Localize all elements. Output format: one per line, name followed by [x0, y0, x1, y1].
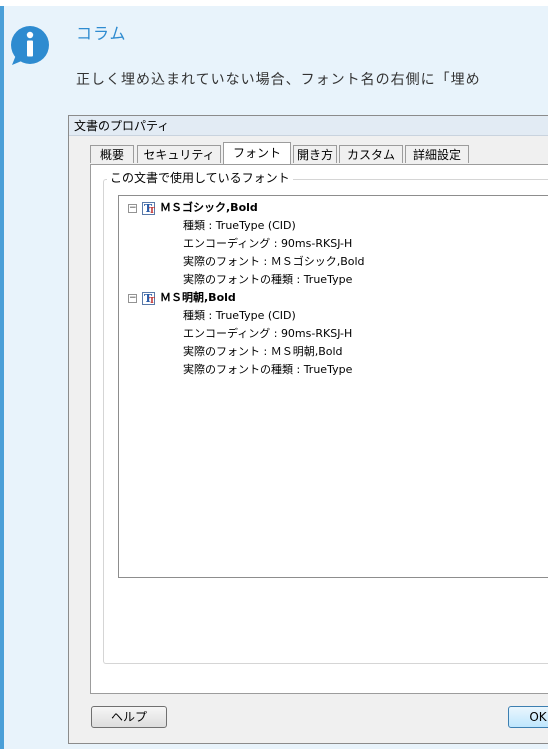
font-property: エンコーディング : 90ms-RKSJ-H: [183, 237, 353, 250]
font-tree[interactable]: − TT ＭＳゴシック,Bold 種類 : TrueType (CID) エンコ…: [118, 195, 548, 578]
info-icon: [11, 26, 49, 65]
tab-advanced[interactable]: 詳細設定: [405, 145, 469, 163]
fonts-tab-panel: この文書で使用しているフォント − TT ＭＳゴシック,Bold 種類 : Tr…: [90, 164, 548, 694]
font-property: 実際のフォント : ＭＳ明朝,Bold: [183, 345, 343, 358]
font-property: 実際のフォントの種類 : TrueType: [183, 273, 353, 286]
font-property: 種類 : TrueType (CID): [183, 219, 296, 232]
column-title: コラム: [76, 24, 127, 43]
tab-fonts[interactable]: フォント: [223, 142, 291, 164]
dialog-button-bar: ヘルプ OK: [69, 699, 548, 745]
dialog-title: 文書のプロパティ: [69, 116, 548, 136]
ok-button[interactable]: OK: [508, 706, 548, 728]
font-property: 実際のフォントの種類 : TrueType: [183, 363, 353, 376]
document-properties-dialog: 文書のプロパティ 概要 セキュリティ フォント 開き方 カスタム 詳細設定 この…: [68, 115, 548, 744]
tab-custom[interactable]: カスタム: [339, 145, 403, 163]
font-tree-item[interactable]: ＭＳゴシック,Bold: [160, 200, 258, 216]
font-property: エンコーディング : 90ms-RKSJ-H: [183, 327, 353, 340]
column-text: 正しく埋め込まれていない場合、フォント名の右側に「埋め: [76, 72, 481, 88]
collapse-icon[interactable]: −: [128, 204, 137, 213]
font-icon: TT: [142, 292, 155, 305]
column-left-bar: [0, 6, 4, 749]
collapse-icon[interactable]: −: [128, 294, 137, 303]
fonts-group-label: この文書で使用しているフォント: [107, 169, 293, 186]
font-property: 種類 : TrueType (CID): [183, 309, 296, 322]
font-icon: TT: [142, 202, 155, 215]
help-button[interactable]: ヘルプ: [91, 706, 167, 728]
tab-overview[interactable]: 概要: [90, 145, 134, 163]
tab-security[interactable]: セキュリティ: [137, 145, 221, 163]
font-property: 実際のフォント : ＭＳゴシック,Bold: [183, 255, 365, 268]
tab-initial-view[interactable]: 開き方: [293, 145, 337, 163]
font-tree-item[interactable]: ＭＳ明朝,Bold: [160, 290, 236, 306]
